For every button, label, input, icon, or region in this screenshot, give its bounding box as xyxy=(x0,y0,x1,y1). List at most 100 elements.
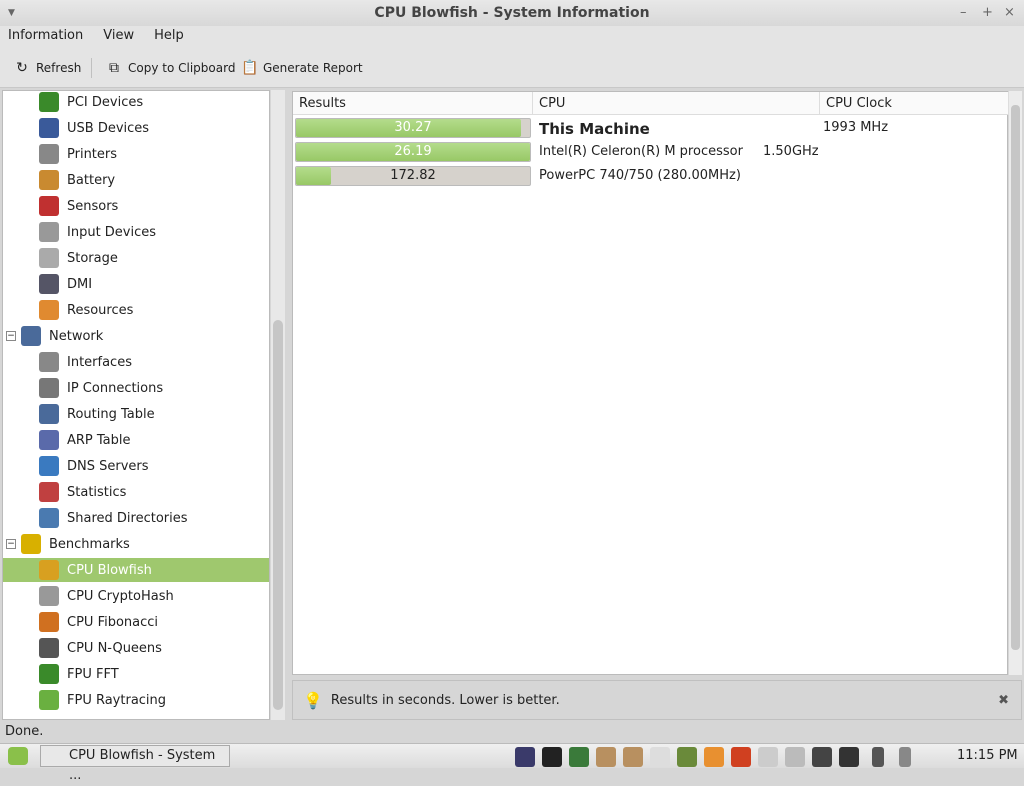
sidebar-item-label: CPU Blowfish xyxy=(67,562,152,578)
close-info-icon[interactable]: ✖ xyxy=(998,693,1009,708)
minimize-button[interactable]: – xyxy=(960,0,967,26)
sidebar-item-input-devices[interactable]: Input Devices xyxy=(3,220,269,244)
sidebar-item-benchmarks[interactable]: − Benchmarks xyxy=(3,532,269,556)
sidebar-item-fpu-raytracing[interactable]: FPU Raytracing xyxy=(3,688,269,712)
sidebar-item-icon xyxy=(39,274,59,294)
sidebar-item-label: ARP Table xyxy=(67,432,131,448)
sidebar-item-label: CPU CryptoHash xyxy=(67,588,174,604)
status-bar: Done. xyxy=(5,724,44,739)
result-bar: 26.19 xyxy=(295,142,531,162)
sidebar-item-shared-directories[interactable]: Shared Directories xyxy=(3,506,269,530)
results-scroll-thumb[interactable] xyxy=(1011,105,1020,650)
tray-icon[interactable] xyxy=(839,747,859,767)
result-bar: 172.82 xyxy=(295,166,531,186)
collapse-icon[interactable]: − xyxy=(6,331,16,341)
tray-icon[interactable] xyxy=(542,747,562,767)
sidebar-item-printers[interactable]: Printers xyxy=(3,142,269,166)
tray-icon[interactable] xyxy=(899,747,911,767)
cpu-name: PowerPC 740/750 (280.00MHz) xyxy=(539,168,741,183)
copy-icon: ⧉ xyxy=(109,60,119,76)
tray-icon[interactable] xyxy=(731,747,751,767)
sidebar-scroll-thumb[interactable] xyxy=(273,320,283,710)
sidebar-item-label: Network xyxy=(49,328,104,344)
tray-icon[interactable] xyxy=(785,747,805,767)
taskbar-clock[interactable]: 11:15 PM xyxy=(957,748,1018,763)
sidebar-item-label: PCI Devices xyxy=(67,94,144,110)
sidebar-item-cpu-cryptohash[interactable]: CPU CryptoHash xyxy=(3,584,269,608)
header-cpu-clock[interactable]: CPU Clock xyxy=(820,92,1009,115)
result-value: 30.27 xyxy=(394,120,432,135)
sidebar-item-icon xyxy=(39,612,59,632)
toolbar-separator xyxy=(91,58,92,78)
results-scrollbar[interactable] xyxy=(1009,91,1022,675)
tray-icon[interactable] xyxy=(515,747,535,767)
sidebar-item-label: Resources xyxy=(67,302,134,318)
sidebar-item-usb-devices[interactable]: USB Devices xyxy=(3,116,269,140)
sidebar-item-icon xyxy=(39,118,59,138)
sidebar-item-icon xyxy=(39,300,59,320)
sidebar-item-cpu-n-queens[interactable]: CPU N-Queens xyxy=(3,636,269,660)
close-button[interactable]: × xyxy=(1004,0,1015,26)
sidebar-item-sensors[interactable]: Sensors xyxy=(3,194,269,218)
tray-icon[interactable] xyxy=(569,747,589,767)
sidebar-item-label: CPU Fibonacci xyxy=(67,614,159,630)
sidebar-item-arp-table[interactable]: ARP Table xyxy=(3,428,269,452)
tray-icon[interactable] xyxy=(812,747,832,767)
tray-icon[interactable] xyxy=(704,747,724,767)
sidebar-item-fpu-fft[interactable]: FPU FFT xyxy=(3,662,269,686)
sidebar-item-label: Routing Table xyxy=(67,406,155,422)
results-table: Results CPU CPU Clock 30.27 This Machine 1… xyxy=(292,91,1009,675)
collapse-icon[interactable]: − xyxy=(6,539,16,549)
sidebar-item-label: DMI xyxy=(67,276,93,292)
sidebar-item-battery[interactable]: Battery xyxy=(3,168,269,192)
info-bar: 💡 Results in seconds. Lower is better. ✖ xyxy=(292,680,1022,720)
refresh-button[interactable]: ↻ Refresh xyxy=(14,58,81,78)
menu-information[interactable]: Information xyxy=(0,26,91,46)
sidebar-item-resources[interactable]: Resources xyxy=(3,298,269,322)
sidebar-item-icon xyxy=(39,404,59,424)
sidebar-item-network[interactable]: − Network xyxy=(3,324,269,348)
sidebar-item-label: Sensors xyxy=(67,198,119,214)
cpu-name: Intel(R) Celeron(R) M processor xyxy=(539,144,743,159)
sidebar-item-ip-connections[interactable]: IP Connections xyxy=(3,376,269,400)
generate-report-button[interactable]: 📋 Generate Report xyxy=(241,58,363,78)
sidebar-item-icon xyxy=(39,222,59,242)
tray-icon[interactable] xyxy=(623,747,643,767)
sidebar-item-label: Storage xyxy=(67,250,118,266)
menu-view[interactable]: View xyxy=(95,26,142,46)
tray-icon[interactable] xyxy=(758,747,778,767)
toolbar: ↻ Refresh ⧉ Copy to Clipboard 📋 Generate Re… xyxy=(0,48,1024,88)
sidebar-item-storage[interactable]: Storage xyxy=(3,246,269,270)
tray-icon[interactable] xyxy=(872,747,884,767)
sidebar-item-cpu-blowfish[interactable]: CPU Blowfish xyxy=(3,558,269,582)
title-bar: ▼ CPU Blowfish - System Information – + … xyxy=(0,0,1024,26)
tray-icon[interactable] xyxy=(650,747,670,767)
sidebar-item-statistics[interactable]: Statistics xyxy=(3,480,269,504)
menu-bar: Information View Help xyxy=(0,26,1024,48)
sidebar-item-cpu-fibonacci[interactable]: CPU Fibonacci xyxy=(3,610,269,634)
taskbar-task[interactable]: CPU Blowfish - System ... xyxy=(40,745,230,783)
sidebar-item-pci-devices[interactable]: PCI Devices xyxy=(3,91,269,114)
sidebar-item-icon xyxy=(39,638,59,658)
report-icon: 📋 xyxy=(241,60,259,76)
sidebar-scrollbar[interactable] xyxy=(271,90,285,720)
sidebar-item-icon xyxy=(39,170,59,190)
header-cpu[interactable]: CPU xyxy=(533,92,820,115)
result-bar: 30.27 xyxy=(295,118,531,138)
window-menu-icon[interactable]: ▼ xyxy=(8,0,15,26)
sidebar-item-dmi[interactable]: DMI xyxy=(3,272,269,296)
tray-icon[interactable] xyxy=(677,747,697,767)
sidebar-item-interfaces[interactable]: Interfaces xyxy=(3,350,269,374)
menu-help[interactable]: Help xyxy=(146,26,192,46)
maximize-button[interactable]: + xyxy=(982,0,993,26)
sidebar-item-routing-table[interactable]: Routing Table xyxy=(3,402,269,426)
sidebar-item-dns-servers[interactable]: DNS Servers xyxy=(3,454,269,478)
start-menu-icon[interactable] xyxy=(8,747,28,765)
sidebar-item-icon xyxy=(39,430,59,450)
sidebar-item-label: Printers xyxy=(67,146,118,162)
header-results[interactable]: Results xyxy=(293,92,533,115)
copy-to-clipboard-button[interactable]: ⧉ Copy to Clipboard xyxy=(106,58,235,78)
sidebar-item-icon xyxy=(39,482,59,502)
tray-icon[interactable] xyxy=(596,747,616,767)
sidebar-item-icon xyxy=(39,92,59,112)
